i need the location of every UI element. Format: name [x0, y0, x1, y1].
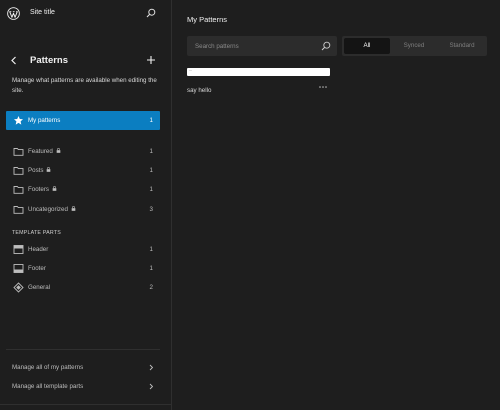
filter-standard[interactable]: Standard [439, 38, 485, 54]
sidebar-divider [6, 349, 160, 350]
site-hub: Site title [0, 0, 172, 28]
sidebar-item-count: 1 [149, 265, 153, 272]
sidebar-item-label: Footer [28, 265, 46, 272]
sidebar-item-count: 1 [149, 148, 153, 155]
sidebar-item-label: Posts [28, 167, 51, 174]
sidebar-item-count: 2 [149, 284, 153, 291]
sidebar-item-count: 3 [149, 206, 153, 213]
sidebar-item-count: 1 [149, 246, 153, 253]
sidebar-item-my-patterns[interactable]: My patterns 1 [6, 111, 160, 130]
template-parts-heading: TEMPLATE PARTS [12, 230, 62, 236]
sidebar-item-footer[interactable]: Footer 1 [6, 259, 160, 278]
chevron-right-icon [149, 383, 154, 390]
sidebar-bottom-divider [0, 404, 172, 405]
wordpress-logo-icon[interactable] [7, 7, 20, 20]
sidebar-item-count: 1 [149, 167, 153, 174]
folder-icon [13, 206, 24, 214]
sidebar-item-uncategorized[interactable]: Uncategorized 3 [6, 200, 160, 219]
back-chevron-icon[interactable] [9, 55, 19, 66]
pattern-type-filter: All Synced Standard [342, 36, 487, 56]
sidebar-title: Patterns [30, 55, 69, 66]
folder-icon [13, 186, 24, 194]
site-title[interactable]: Site title [30, 9, 55, 16]
sidebar-item-posts[interactable]: Posts 1 [6, 161, 160, 180]
pattern-preview[interactable]: ... [187, 67, 330, 76]
page-title: My Patterns [187, 15, 228, 24]
sidebar-item-label: General [28, 284, 51, 291]
lock-icon [71, 206, 76, 211]
sidebar-item-label-text: Posts [28, 167, 44, 174]
sidebar: Site title Patterns Manage what patterns… [0, 0, 172, 410]
header-icon [13, 245, 24, 254]
sidebar-item-count: 1 [149, 186, 153, 193]
manage-template-parts-link[interactable]: Manage all template parts [6, 380, 160, 394]
search-box [187, 36, 337, 56]
folder-icon [13, 167, 24, 175]
sidebar-item-label: Uncategorized [28, 206, 76, 213]
lock-icon [47, 167, 51, 172]
more-actions-icon[interactable] [318, 84, 328, 90]
chevron-right-icon [149, 364, 154, 371]
sidebar-item-label: Footers [28, 186, 57, 193]
lock-icon [52, 186, 57, 191]
symbol-icon [13, 282, 24, 293]
filter-synced[interactable]: Synced [391, 38, 437, 54]
search-icon[interactable] [146, 8, 156, 18]
sidebar-item-footers[interactable]: Footers 1 [6, 180, 160, 199]
search-icon[interactable] [321, 41, 331, 51]
manage-my-patterns-link[interactable]: Manage all of my patterns [6, 361, 160, 375]
add-pattern-icon[interactable] [146, 55, 156, 65]
sidebar-description: Manage what patterns are available when … [12, 77, 157, 94]
pattern-title[interactable]: say hello [187, 87, 211, 94]
star-icon [14, 116, 23, 125]
sidebar-item-label: Featured [28, 148, 61, 155]
sidebar-item-featured[interactable]: Featured 1 [6, 142, 160, 161]
sidebar-item-label-text: Footers [28, 186, 49, 193]
sidebar-item-label: My patterns [28, 117, 61, 124]
footer-link-label: Manage all template parts [12, 383, 84, 390]
footer-link-label: Manage all of my patterns [12, 364, 84, 371]
lock-icon [56, 148, 61, 153]
sidebar-item-count: 1 [149, 117, 153, 124]
filter-all[interactable]: All [344, 38, 390, 54]
main-content: My Patterns All Synced Standard ... say … [172, 0, 500, 410]
sidebar-item-label: Header [28, 246, 49, 253]
sidebar-item-label-text: Featured [28, 148, 53, 155]
sidebar-item-general[interactable]: General 2 [6, 278, 160, 297]
sidebar-item-label-text: Uncategorized [28, 206, 68, 213]
sidebar-item-header[interactable]: Header 1 [6, 240, 160, 259]
footer-icon [13, 264, 24, 273]
search-input[interactable] [187, 36, 317, 56]
pattern-preview-text: ... [189, 67, 193, 72]
folder-icon [13, 148, 24, 156]
